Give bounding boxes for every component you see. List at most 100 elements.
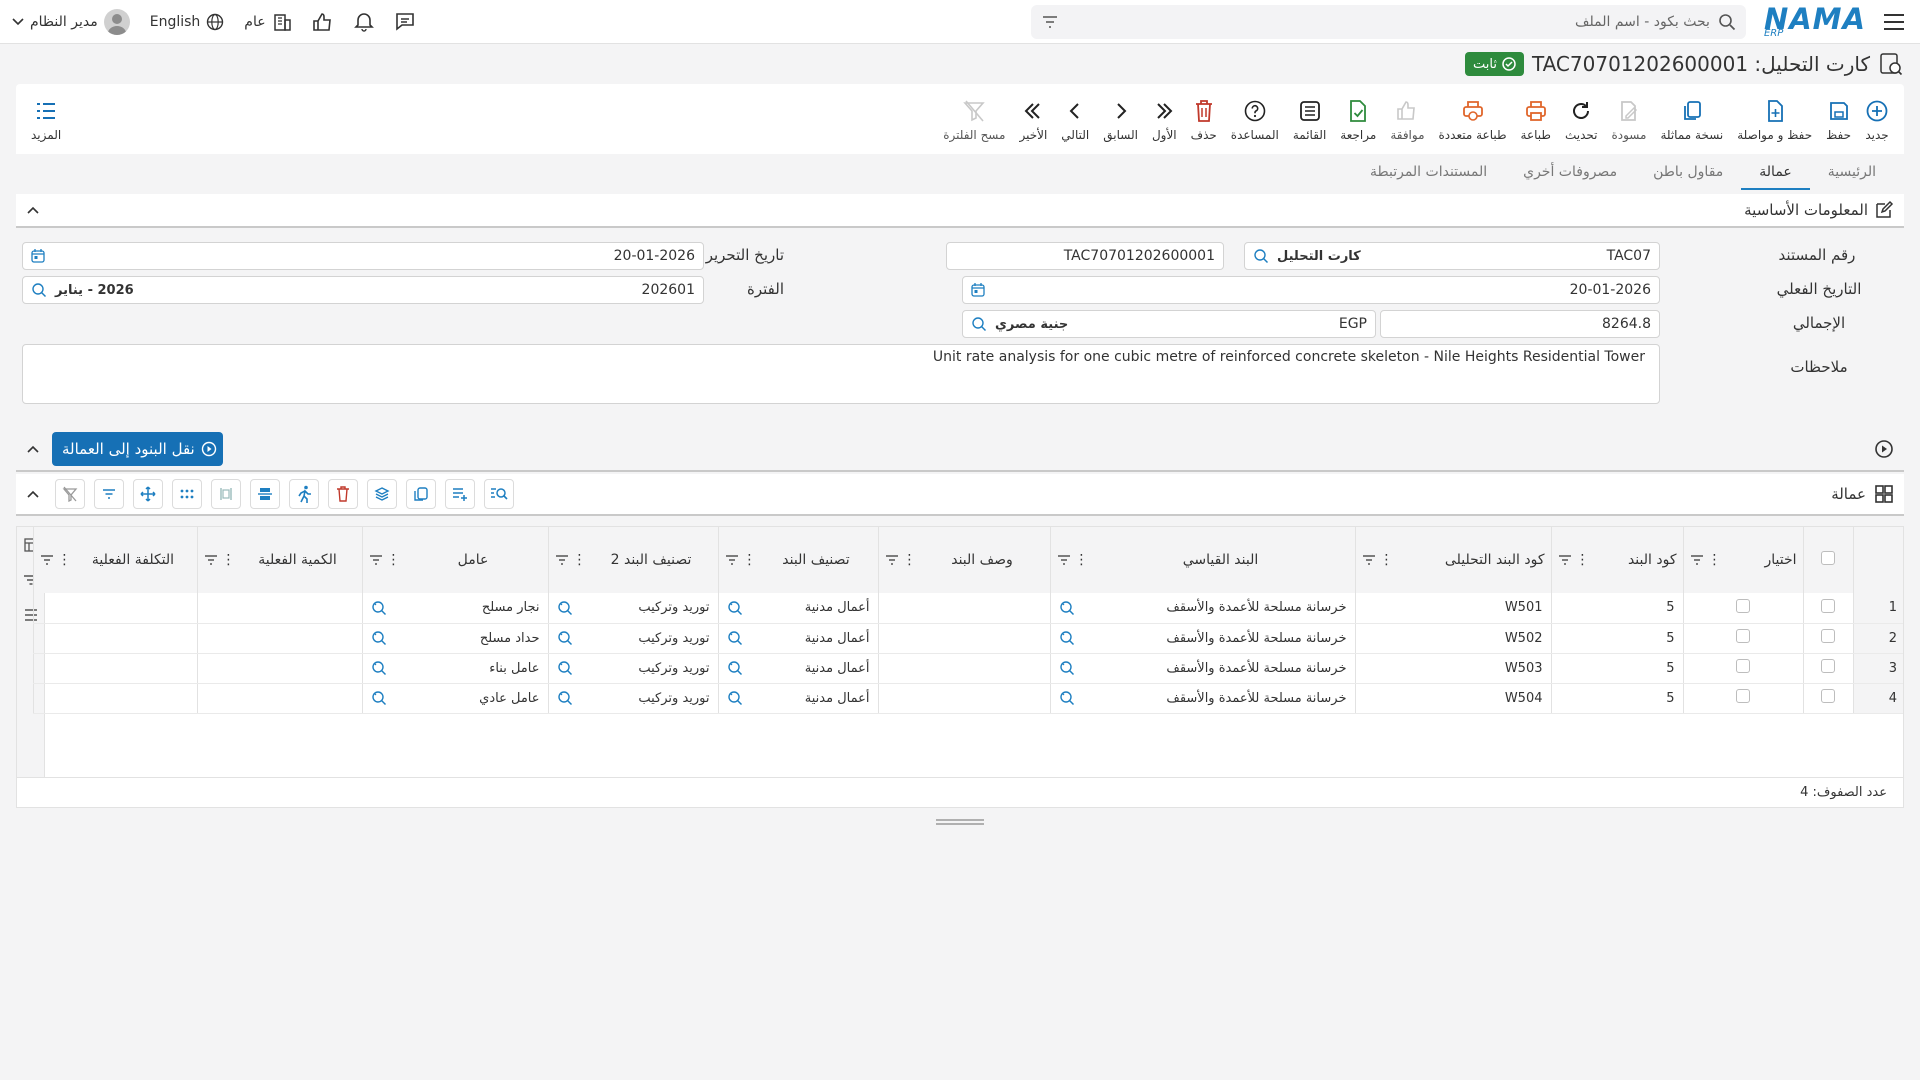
calendar-icon[interactable] — [971, 283, 985, 297]
col-standard-item[interactable]: البند القياسي ⋮ — [1049, 527, 1355, 593]
lookup-icon[interactable] — [727, 600, 743, 616]
calendar-icon[interactable] — [31, 249, 45, 263]
item-class-cell[interactable]: أعمال مدنية — [717, 623, 878, 654]
lookup-icon[interactable] — [371, 630, 387, 646]
column-width-button[interactable] — [211, 479, 241, 509]
notes-field[interactable]: Unit rate analysis for one cubic metre o… — [22, 344, 1660, 404]
clear-filter-button[interactable]: مسح الفلترة — [936, 89, 1012, 149]
standard-item-cell[interactable]: خرسانة مسلحة للأعمدة والأسقف — [1049, 593, 1355, 624]
actual-cost-cell[interactable] — [32, 683, 197, 714]
standard-item-cell[interactable]: خرسانة مسلحة للأعمدة والأسقف — [1049, 683, 1355, 714]
actual-cost-cell[interactable] — [32, 653, 197, 684]
worker-cell[interactable]: نجار مسلح — [361, 593, 548, 624]
period-field[interactable]: 202601 2026 - يناير — [22, 276, 704, 304]
lookup-icon[interactable] — [727, 690, 743, 706]
col-actual-cost[interactable]: التكلفة الفعلية ⋮ — [32, 527, 197, 593]
collapse-icon[interactable] — [26, 205, 40, 215]
row-checkbox[interactable] — [1802, 683, 1853, 714]
run-button[interactable] — [289, 479, 319, 509]
copy-rows-button[interactable] — [406, 479, 436, 509]
lookup-icon[interactable] — [727, 630, 743, 646]
col-worker[interactable]: عامل ⋮ — [361, 527, 548, 593]
next-button[interactable]: التالي — [1054, 89, 1096, 149]
item-description-cell[interactable] — [877, 683, 1050, 714]
help-button[interactable]: المساعدة — [1224, 89, 1286, 149]
actual-cost-cell[interactable] — [32, 593, 197, 624]
review-button[interactable]: مراجعة — [1333, 89, 1383, 149]
lookup-icon[interactable] — [727, 660, 743, 676]
logo[interactable]: NAMA ERP — [1764, 4, 1866, 39]
advanced-search-button[interactable] — [484, 479, 514, 509]
lookup-icon[interactable] — [557, 690, 573, 706]
filter-button[interactable] — [94, 479, 124, 509]
play-circle-icon[interactable] — [1874, 439, 1894, 459]
language-switch[interactable]: English — [150, 13, 225, 31]
worker-cell[interactable]: عامل بناء — [361, 653, 548, 684]
item-description-cell[interactable] — [877, 623, 1050, 654]
save-button[interactable]: حفظ — [1819, 89, 1858, 149]
row-checkbox[interactable] — [1802, 653, 1853, 684]
table-row[interactable]: 4 5 W504 خرسانة مسلحة للأعمدة والأسقف أعمال … — [32, 683, 1903, 714]
worker-cell[interactable]: عامل عادي — [361, 683, 548, 714]
tab-main[interactable]: الرئيسية — [1810, 164, 1894, 190]
col-item-code[interactable]: كود البند ⋮ — [1550, 527, 1683, 593]
actual-qty-cell[interactable] — [196, 653, 362, 684]
filter-icon[interactable] — [1041, 15, 1059, 29]
transfer-items-button[interactable]: نقل البنود إلى العمالة — [52, 432, 223, 466]
first-button[interactable]: الأول — [1145, 89, 1184, 149]
scope-selector[interactable]: عام — [244, 12, 291, 32]
previous-button[interactable]: السابق — [1096, 89, 1145, 149]
row-checkbox[interactable] — [1802, 623, 1853, 654]
actual-qty-cell[interactable] — [196, 683, 362, 714]
col-select[interactable]: اختيار ⋮ — [1682, 527, 1803, 593]
lookup-icon[interactable] — [557, 630, 573, 646]
approvals-button[interactable] — [312, 12, 334, 32]
add-rows-button[interactable] — [445, 479, 475, 509]
lookup-icon[interactable] — [31, 282, 47, 298]
lookup-icon[interactable] — [371, 690, 387, 706]
table-row[interactable]: 2 5 W502 خرسانة مسلحة للأعمدة والأسقف أعمال … — [32, 623, 1903, 654]
user-menu[interactable]: مدير النظام — [12, 8, 130, 35]
worker-cell[interactable]: حداد مسلح — [361, 623, 548, 654]
item-description-cell[interactable] — [877, 653, 1050, 684]
col-actual-qty[interactable]: الكمية الفعلية ⋮ — [196, 527, 362, 593]
select-all-checkbox[interactable] — [1802, 527, 1853, 593]
delete-button[interactable]: حذف — [1184, 89, 1224, 149]
multi-print-button[interactable]: طباعة متعددة — [1432, 89, 1514, 149]
col-item-class[interactable]: تصنيف البند ⋮ — [717, 527, 878, 593]
more-button[interactable]: المزيد — [24, 89, 68, 149]
move-button[interactable] — [133, 479, 163, 509]
draft-button[interactable]: مسودة — [1604, 89, 1653, 149]
actual-cost-cell[interactable] — [32, 623, 197, 654]
item-class-cell[interactable]: أعمال مدنية — [717, 653, 878, 684]
item-description-cell[interactable] — [877, 593, 1050, 624]
item-class-cell[interactable]: أعمال مدنية — [717, 593, 878, 624]
lookup-icon[interactable] — [971, 316, 987, 332]
collapse-icon[interactable] — [26, 444, 40, 454]
lookup-icon[interactable] — [557, 600, 573, 616]
collapse-icon[interactable] — [26, 489, 40, 499]
table-row[interactable]: 3 5 W503 خرسانة مسلحة للأعمدة والأسقف أعمال … — [32, 653, 1903, 684]
item-class-2-cell[interactable]: توريد وتركيب — [547, 683, 718, 714]
resize-handle[interactable] — [16, 818, 1904, 826]
item-class-2-cell[interactable]: توريد وتركيب — [547, 623, 718, 654]
search-input[interactable] — [1058, 13, 1718, 30]
chat-button[interactable] — [394, 12, 416, 32]
select-cell[interactable] — [1682, 653, 1803, 684]
approve-button[interactable]: موافقة — [1383, 89, 1431, 149]
col-analytic-code[interactable]: كود البند التحليلى ⋮ — [1354, 527, 1551, 593]
refresh-button[interactable]: تحديث — [1558, 89, 1605, 149]
edit-date-field[interactable]: 20-01-2026 — [22, 242, 704, 270]
actual-date-field[interactable]: 20-01-2026 — [962, 276, 1660, 304]
item-class-2-cell[interactable]: توريد وتركيب — [547, 593, 718, 624]
new-button[interactable]: جديد — [1858, 89, 1896, 149]
actual-qty-cell[interactable] — [196, 593, 362, 624]
lookup-icon[interactable] — [1059, 600, 1075, 616]
standard-item-cell[interactable]: خرسانة مسلحة للأعمدة والأسقف — [1049, 623, 1355, 654]
select-cell[interactable] — [1682, 623, 1803, 654]
notifications-button[interactable] — [353, 12, 374, 32]
select-cell[interactable] — [1682, 683, 1803, 714]
row-checkbox[interactable] — [1802, 593, 1853, 624]
clear-grid-filter-button[interactable] — [55, 479, 85, 509]
lookup-icon[interactable] — [1059, 630, 1075, 646]
